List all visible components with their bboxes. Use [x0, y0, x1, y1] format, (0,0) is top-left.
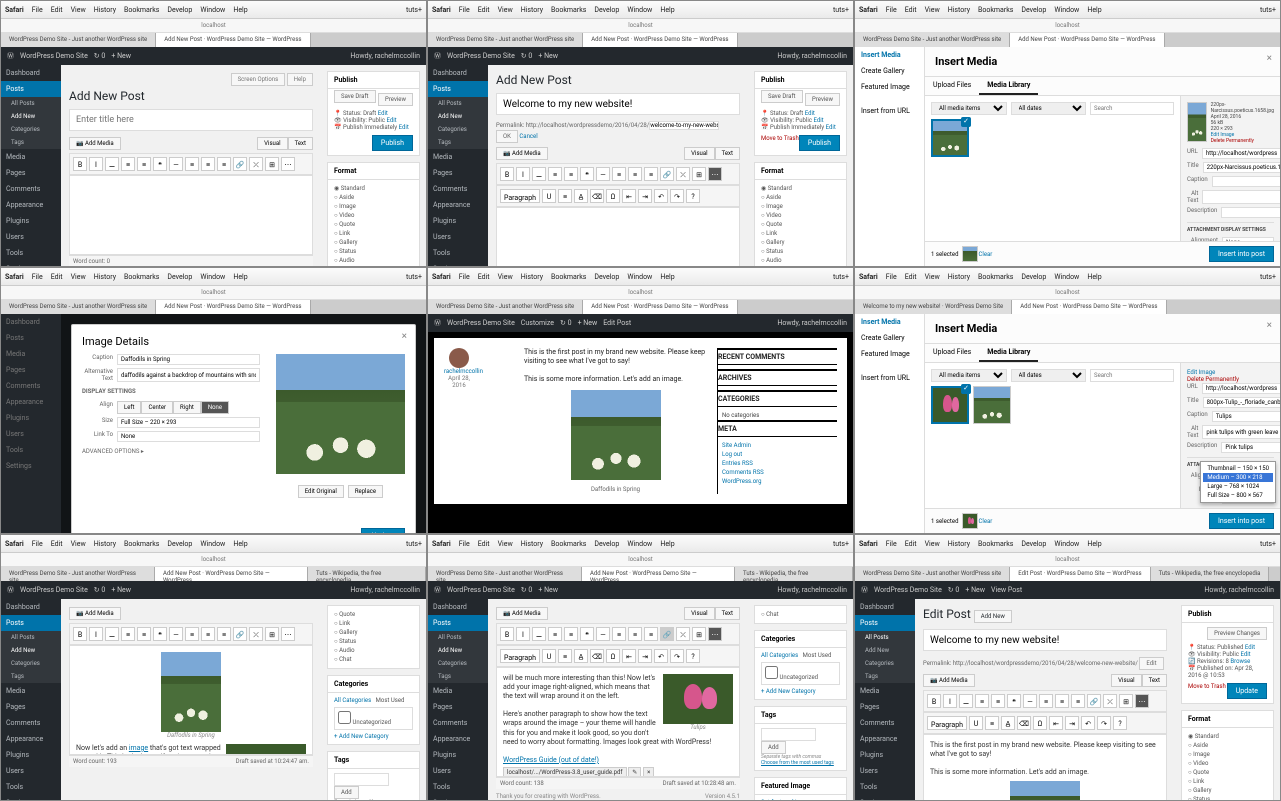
close-icon[interactable]: ×: [1267, 320, 1272, 331]
save-draft-button[interactable]: Save Draft: [334, 90, 376, 103]
new-button[interactable]: + New: [111, 52, 131, 60]
insert-button[interactable]: Insert into post: [1209, 246, 1274, 262]
close-icon[interactable]: ×: [1267, 53, 1272, 64]
page-title: Add New Post: [69, 89, 313, 103]
image-preview: [276, 354, 405, 474]
remove-link-icon[interactable]: ×: [643, 767, 654, 777]
sidebar-posts[interactable]: Posts: [1, 81, 61, 97]
menubar: SafariFileEditViewHistoryBookmarksDevelo…: [1, 1, 426, 19]
media-thumb[interactable]: [931, 119, 969, 157]
image-details-modal: Image Details× Caption Alternative Text …: [71, 324, 416, 533]
tabbar[interactable]: WordPress Demo Site - Just another WordP…: [1, 33, 426, 47]
close-icon[interactable]: ×: [402, 331, 407, 342]
editor-toolbar: BI⚊≡≡❝—≡≡≡🔗⤫⊞⋯: [69, 153, 313, 175]
urlbar: localhost: [1, 19, 426, 33]
insert-media-modal: Insert Media Create Gallery Featured Ima…: [855, 47, 1280, 266]
edit-link-icon[interactable]: ✎: [628, 767, 641, 777]
admin-sidebar: Dashboard Posts All PostsAdd NewCategori…: [1, 65, 61, 266]
add-media-button[interactable]: 📷 Add Media: [69, 137, 121, 150]
post-image: [571, 390, 661, 480]
avatar: [449, 348, 469, 368]
post-view: rachelmccollinApril 28, 2016 This is the…: [434, 338, 847, 504]
wp-logo-icon[interactable]: Ⓦ: [7, 51, 14, 61]
post-title-input[interactable]: [69, 109, 313, 131]
post-title-input[interactable]: [496, 93, 740, 115]
publish-button[interactable]: Publish: [372, 135, 413, 151]
editor-area: Screen Options Help Add New Post 📷 Add M…: [61, 65, 321, 266]
update-button[interactable]: Update: [361, 528, 405, 533]
wp-topbar: ⓌWordPress Demo Site↻ 0+ NewHowdy, rache…: [1, 47, 426, 65]
publish-box: Publish Save DraftPreview 📍 Status: Draf…: [327, 71, 420, 156]
sidebar-dashboard[interactable]: Dashboard: [1, 65, 61, 81]
content-editor[interactable]: Daffodils in Spring Now let's add an ima…: [69, 645, 313, 755]
size-dropdown[interactable]: Thumbnail – 150 × 150 Medium – 300 × 218…: [1200, 461, 1276, 503]
content-editor[interactable]: [69, 175, 313, 255]
insert-media-modal: Insert MediaCreate GalleryFeatured Image…: [855, 314, 1280, 533]
preview-button[interactable]: Preview: [378, 93, 413, 106]
